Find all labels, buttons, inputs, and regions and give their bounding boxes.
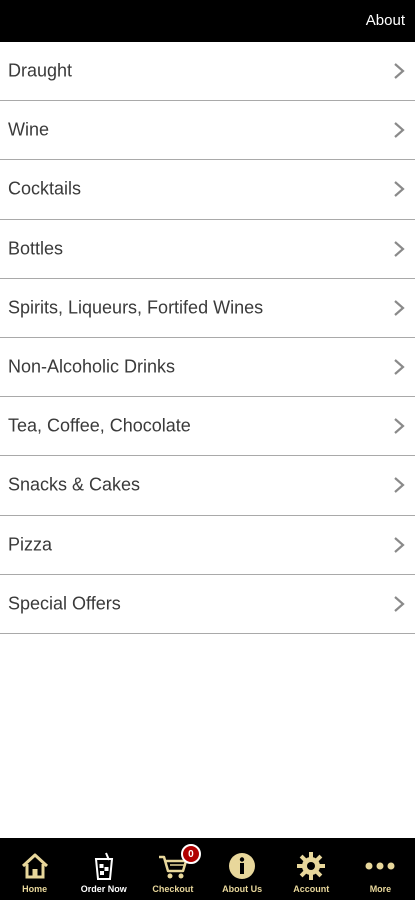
list-item-bottles[interactable]: Bottles [0, 219, 415, 279]
chevron-right-icon [393, 180, 405, 198]
chevron-right-icon [393, 299, 405, 317]
tab-label: Account [293, 884, 330, 894]
bottom-tab-bar: Home Order Now 0 Checkout About Us Accou… [0, 838, 415, 900]
about-link[interactable]: About [366, 12, 405, 30]
list-item-label: Draught [8, 60, 73, 81]
list-item-special-offers[interactable]: Special Offers [0, 574, 415, 634]
info-icon [226, 850, 258, 882]
drink-glass-icon [88, 850, 120, 882]
list-item-label: Wine [8, 119, 50, 140]
list-item-label: Pizza [8, 534, 53, 555]
list-item-draught[interactable]: Draught [0, 42, 415, 102]
list-item-label: Tea, Coffee, Chocolate [8, 415, 191, 436]
list-item-label: Special Offers [8, 593, 121, 614]
tab-label: Checkout [152, 884, 194, 894]
tab-home[interactable]: Home [0, 838, 69, 900]
list-item-spirits[interactable]: Spirits, Liqueurs, Fortifed Wines [0, 278, 415, 338]
tab-account[interactable]: Account [277, 838, 346, 900]
tab-label: More [369, 884, 392, 894]
tab-label: Home [22, 884, 48, 894]
tab-label: Order Now [80, 884, 127, 894]
list-item-label: Cocktails [8, 178, 82, 199]
list-item-label: Bottles [8, 238, 64, 259]
list-item-label: Snacks & Cakes [8, 474, 141, 495]
tab-order-now[interactable]: Order Now [69, 838, 138, 900]
category-list: Draught Wine Cocktails Bottles Spirits, … [0, 42, 415, 634]
list-item-wine[interactable]: Wine [0, 101, 415, 161]
chevron-right-icon [393, 121, 405, 139]
home-icon [19, 850, 51, 882]
chevron-right-icon [393, 595, 405, 613]
list-item-pizza[interactable]: Pizza [0, 515, 415, 575]
list-item-tea-coffee[interactable]: Tea, Coffee, Chocolate [0, 397, 415, 457]
tab-label: About Us [222, 884, 263, 894]
app-root: About Draught Wine Cocktails Bottles Spi… [0, 0, 415, 900]
chevron-right-icon [393, 358, 405, 376]
tab-more[interactable]: More [346, 838, 415, 900]
chevron-right-icon [393, 62, 405, 80]
list-item-label: Spirits, Liqueurs, Fortifed Wines [8, 297, 264, 318]
chevron-right-icon [393, 536, 405, 554]
cart-count-badge: 0 [180, 844, 201, 864]
more-dots-icon [364, 850, 396, 882]
chevron-right-icon [393, 476, 405, 494]
list-item-snacks[interactable]: Snacks & Cakes [0, 456, 415, 516]
top-bar: About [0, 0, 415, 42]
gear-icon [295, 850, 327, 882]
chevron-right-icon [393, 240, 405, 258]
list-item-cocktails[interactable]: Cocktails [0, 160, 415, 220]
list-item-non-alcoholic[interactable]: Non-Alcoholic Drinks [0, 337, 415, 398]
tab-about-us[interactable]: About Us [208, 838, 277, 900]
list-item-label: Non-Alcoholic Drinks [8, 356, 176, 377]
tab-checkout[interactable]: 0 Checkout [138, 838, 207, 900]
chevron-right-icon [393, 417, 405, 435]
